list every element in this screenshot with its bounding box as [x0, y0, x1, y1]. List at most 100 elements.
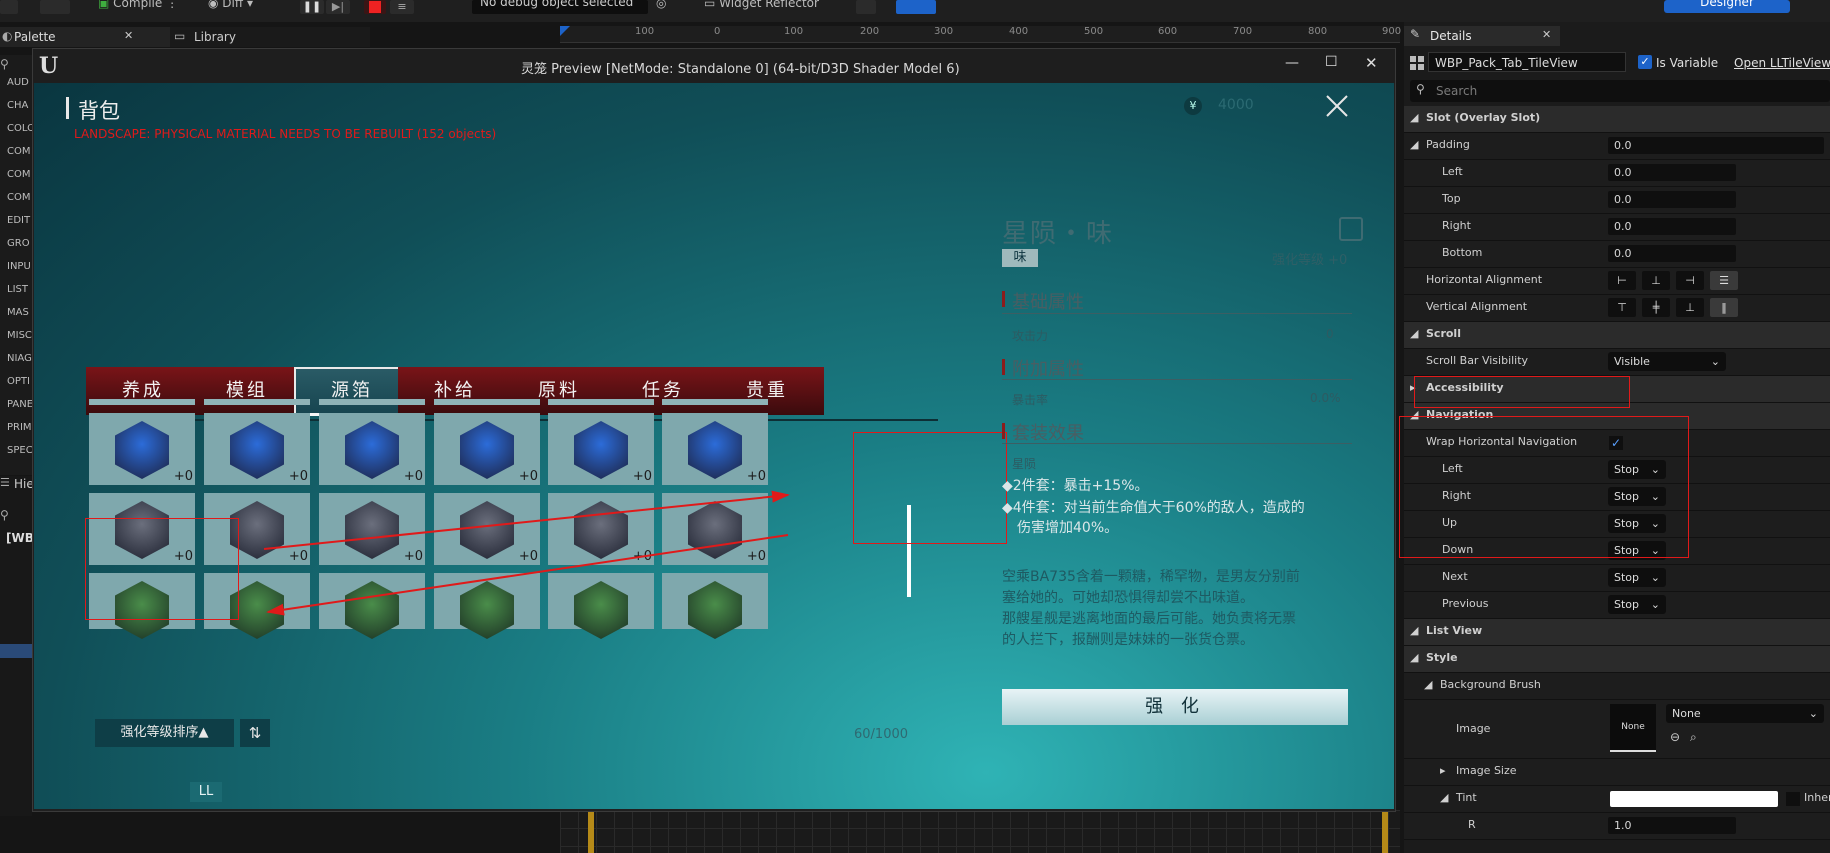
section-slot[interactable]: ◢ Slot (Overlay Slot): [1404, 106, 1830, 133]
palette-category[interactable]: INPU: [7, 261, 31, 272]
align-left-icon[interactable]: ⊢: [1608, 271, 1636, 290]
palette-category[interactable]: LIST: [7, 284, 28, 295]
palette-category[interactable]: MISC: [7, 330, 32, 341]
align-top-icon[interactable]: ⊤: [1608, 298, 1636, 317]
palette-category[interactable]: COM: [7, 192, 30, 203]
sort-button[interactable]: 强化等级排序▲: [95, 719, 234, 747]
image-asset-dropdown[interactable]: None ⌄: [1666, 704, 1824, 723]
chevron-down-icon[interactable]: ◢: [1424, 678, 1432, 691]
game-viewport: 背包 LANDSCAPE: PHYSICAL MATERIAL NEEDS TO…: [34, 83, 1394, 809]
palette-category[interactable]: MAS: [7, 307, 29, 318]
hierarchy-search-icon: ⚲: [0, 508, 9, 522]
tint-r-field[interactable]: 1.0: [1608, 817, 1736, 834]
padding-right-field[interactable]: 0.0: [1608, 218, 1736, 235]
base-attr-row: 攻击力: [1012, 329, 1049, 343]
padding-top-field[interactable]: 0.0: [1608, 191, 1736, 208]
enhance-button[interactable]: 强 化: [1002, 689, 1348, 725]
browse-icon[interactable]: [40, 0, 70, 14]
palette-category[interactable]: COM: [7, 146, 30, 157]
set-4-bonus: ◆4件套：对当前生命值大于60%的敌人，造成的: [1002, 500, 1305, 516]
palette-category[interactable]: EDIT: [7, 215, 30, 226]
image-thumbnail[interactable]: None: [1610, 704, 1656, 752]
prop-label: Background Brush: [1440, 678, 1541, 691]
tree-root[interactable]: [WB: [6, 531, 34, 545]
designer-mode-icon[interactable]: [896, 0, 936, 14]
palette-category[interactable]: SPEC: [7, 445, 33, 456]
align-right-icon[interactable]: ⊣: [1676, 271, 1704, 290]
widget-name-field[interactable]: WBP_Pack_Tab_TileView: [1428, 52, 1626, 72]
set-name: 星陨: [1012, 457, 1037, 471]
details-close-icon[interactable]: ✕: [1542, 28, 1551, 41]
palette-category[interactable]: PANE: [7, 399, 33, 410]
save-icon[interactable]: [0, 0, 18, 14]
section-scroll[interactable]: ◢ Scroll: [1404, 322, 1830, 349]
graph-mode-icon[interactable]: [856, 0, 876, 14]
details-tab[interactable]: ✎ Details ✕: [1404, 26, 1560, 46]
use-asset-icon[interactable]: ⊖: [1670, 730, 1680, 744]
close-icon[interactable]: ✕: [124, 29, 133, 42]
prop-valign: Vertical Alignment ⊤ ╪ ⊥ ‖: [1404, 295, 1830, 322]
annotation-box: [1414, 376, 1630, 408]
stop-button[interactable]: [364, 0, 386, 14]
chevron-down-icon[interactable]: ◢: [1440, 791, 1448, 804]
prop-tint: ◢ Tint Inher: [1404, 786, 1830, 813]
compile-icon: ▣: [98, 0, 110, 10]
chevron-down-icon: ⌄: [1650, 598, 1660, 611]
align-center-icon[interactable]: ⊥: [1642, 271, 1670, 290]
align-middle-icon[interactable]: ╪: [1642, 298, 1670, 317]
annotation-arrow: [266, 534, 789, 616]
pause-icon[interactable]: ❚❚: [300, 0, 324, 14]
tint-color-swatch[interactable]: [1610, 791, 1778, 807]
details-search[interactable]: ⚲ Search: [1410, 80, 1830, 102]
chevron-down-icon[interactable]: ◢: [1410, 138, 1418, 151]
section-listview[interactable]: ◢ List View: [1404, 619, 1830, 646]
menu-icon[interactable]: ≡: [390, 0, 414, 14]
desc-line: 塞给她的。可她却恐惧得却尝不出味道。: [1002, 590, 1254, 606]
chevron-right-icon[interactable]: ▸: [1440, 764, 1446, 777]
nav-rule-dropdown[interactable]: Stop ⌄: [1608, 595, 1666, 614]
step-icon[interactable]: ▶|: [326, 0, 350, 14]
align-bottom-icon[interactable]: ⊥: [1676, 298, 1704, 317]
palette-category[interactable]: AUD: [7, 77, 29, 88]
library-tab[interactable]: ▭ Library: [170, 27, 370, 47]
padding-left-field[interactable]: 0.0: [1608, 164, 1736, 181]
section-style[interactable]: ◢ Style: [1404, 646, 1830, 673]
tree-selected-row[interactable]: [0, 644, 32, 658]
padding-bottom-field[interactable]: 0.0: [1608, 245, 1736, 262]
minimize-button[interactable]: —: [1285, 55, 1299, 71]
is-variable-checkbox[interactable]: ✓: [1638, 55, 1652, 69]
widget-reflector-button[interactable]: ▭ Widget Reflector: [704, 0, 819, 10]
designer-button[interactable]: Designer: [1664, 0, 1790, 13]
close-game-button[interactable]: [1322, 91, 1352, 121]
browse-asset-icon[interactable]: ⌕: [1690, 730, 1697, 745]
window-close-button[interactable]: ✕: [1365, 54, 1378, 72]
palette-category[interactable]: COM: [7, 169, 30, 180]
inherit-checkbox[interactable]: [1786, 792, 1800, 806]
palette-category[interactable]: PRIM: [7, 422, 32, 433]
lock-icon[interactable]: [1339, 217, 1363, 241]
search-icon: ⚲: [1416, 82, 1425, 96]
ruler-tick: 800: [1308, 26, 1328, 37]
palette-category[interactable]: NIAG: [7, 353, 32, 364]
palette-tab[interactable]: ◐ Palette ✕: [0, 27, 170, 47]
palette-category[interactable]: COLO: [7, 123, 35, 134]
nav-rule-dropdown[interactable]: Stop ⌄: [1608, 568, 1666, 587]
palette-category[interactable]: CHA: [7, 100, 28, 111]
debug-button[interactable]: ◎: [656, 0, 666, 10]
sort-order-icon[interactable]: ⇅: [240, 719, 270, 747]
palette-category[interactable]: GRO: [7, 238, 30, 249]
widget-reflector-label: Widget Reflector: [719, 0, 819, 10]
debug-object-select[interactable]: No debug object selected: [472, 0, 648, 14]
prop-label: Right: [1442, 219, 1471, 232]
designer-canvas-grid[interactable]: [560, 810, 1400, 853]
align-fill-icon[interactable]: ☰: [1710, 271, 1738, 290]
palette-category[interactable]: OPTI: [7, 376, 30, 387]
compile-button[interactable]: ▣ Compile ⋮: [98, 0, 178, 10]
open-class-link[interactable]: Open LLTileView: [1734, 56, 1830, 70]
designer-ruler: 100 0 100 200 300 400 500 600 700 800 90…: [560, 26, 1401, 43]
diff-button[interactable]: ◉ Diff ▾: [208, 0, 253, 10]
padding-field[interactable]: 0.0: [1608, 137, 1824, 154]
align-vfill-icon[interactable]: ‖: [1710, 298, 1738, 317]
scrollbar-visibility-dropdown[interactable]: Visible ⌄: [1608, 352, 1726, 371]
maximize-button[interactable]: ☐: [1325, 54, 1338, 70]
